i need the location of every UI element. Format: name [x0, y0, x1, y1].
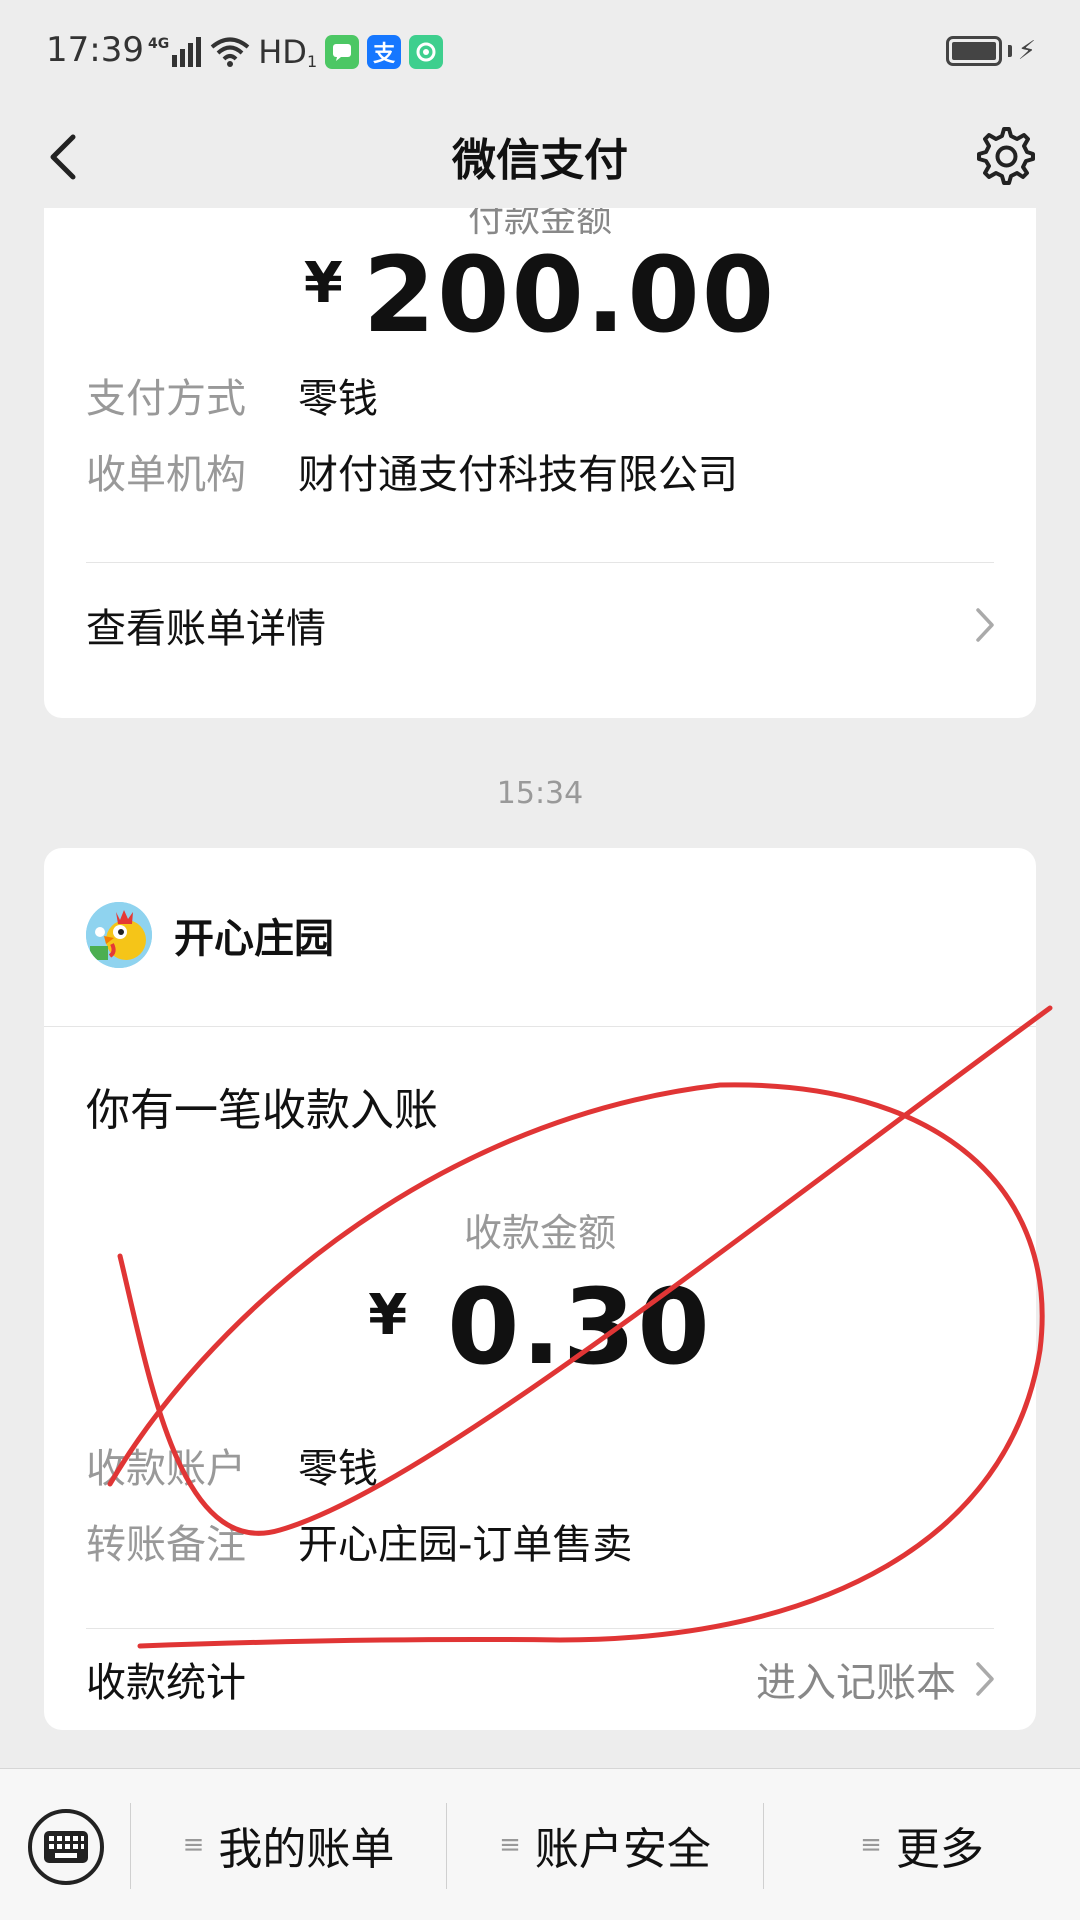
- chevron-right-icon: [976, 1662, 994, 1696]
- transfer-note-row: 转账备注 开心庄园-订单售卖: [86, 1512, 632, 1570]
- signal-bars-icon: [172, 37, 202, 67]
- rooster-logo-icon: [86, 902, 152, 968]
- merchant-header[interactable]: 开心庄园: [86, 902, 334, 968]
- currency-symbol: ¥: [303, 250, 343, 316]
- hd-sub: 1: [306, 52, 318, 71]
- message-list[interactable]: 付款金额 ¥ 200.00 支付方式 零钱 收单机构 财付通支付科技有限公司 查…: [0, 208, 1080, 1768]
- page-title: 微信支付: [452, 135, 628, 186]
- hd-text: HD: [258, 33, 307, 71]
- menu-more-label: 更多: [895, 1824, 984, 1875]
- chevron-right-icon: [976, 608, 994, 642]
- receipt-account-row: 收款账户 零钱: [86, 1436, 378, 1494]
- hd-indicator: HD 1: [258, 33, 317, 71]
- payment-method-value: 零钱: [298, 376, 378, 422]
- menu-my-bills-label: 我的账单: [218, 1824, 395, 1875]
- payment-amount-row: ¥ 200.00: [44, 234, 1036, 356]
- title-bar: 微信支付: [0, 104, 1080, 208]
- message-timestamp: 15:34: [496, 776, 584, 811]
- view-bill-details-label: 查看账单详情: [86, 606, 326, 652]
- settings-button[interactable]: [968, 118, 1044, 194]
- receipt-card: 开心庄园 你有一笔收款入账 收款金额 ¥ 0.30 收款账户 零钱 转账备注 开…: [44, 848, 1036, 1730]
- menu-lines-icon: ≡: [860, 1830, 882, 1860]
- view-bill-details-link[interactable]: 查看账单详情: [86, 590, 996, 660]
- receipt-account-key: 收款账户: [86, 1446, 246, 1492]
- receipt-notice-title: 你有一笔收款入账: [86, 1085, 438, 1136]
- payment-method-key: 支付方式: [86, 376, 246, 422]
- currency-symbol: ¥: [368, 1282, 408, 1348]
- ledger-link-label: 进入记账本: [756, 1660, 956, 1706]
- receipt-amount-label: 收款金额: [463, 1211, 616, 1255]
- bottom-menu-bar: ≡ 我的账单 ≡ 账户安全 ≡ 更多: [0, 1768, 1080, 1920]
- menu-my-bills[interactable]: ≡ 我的账单: [131, 1769, 446, 1920]
- merchant-name: 开心庄园: [174, 916, 334, 962]
- menu-account-security-label: 账户安全: [534, 1824, 711, 1875]
- status-bar: 17:39 4G HD 1 支 ⚡: [0, 0, 1080, 104]
- battery-tip: [1007, 45, 1012, 57]
- transfer-note-value: 开心庄园-订单售卖: [298, 1522, 633, 1568]
- app-icon: [409, 35, 444, 69]
- keyboard-icon: [44, 1831, 88, 1863]
- acquirer-value: 财付通支付科技有限公司: [298, 452, 738, 498]
- messages-icon: [325, 35, 360, 69]
- status-time: 17:39: [46, 30, 144, 70]
- gear-icon: [977, 127, 1035, 185]
- wifi-icon: [210, 37, 250, 67]
- receipt-account-value: 零钱: [298, 1446, 378, 1492]
- keyboard-toggle-button[interactable]: [28, 1809, 104, 1885]
- receipt-stats-link[interactable]: 收款统计 进入记账本: [86, 1644, 996, 1714]
- payment-method-row: 支付方式 零钱: [86, 366, 378, 424]
- card-divider: [86, 562, 994, 563]
- receipt-amount-row: ¥ 0.30: [44, 1266, 1036, 1388]
- network-type: 4G: [148, 36, 170, 52]
- payment-card: 付款金额 ¥ 200.00 支付方式 零钱 收单机构 财付通支付科技有限公司 查…: [44, 208, 1036, 718]
- transfer-note-key: 转账备注: [86, 1522, 246, 1568]
- charging-icon: ⚡: [1017, 36, 1036, 66]
- battery-icon: [945, 36, 1002, 66]
- ledger-link[interactable]: 进入记账本: [756, 1650, 996, 1708]
- battery-indicator: ⚡: [945, 36, 1036, 66]
- status-icons: 4G HD 1 支: [148, 33, 444, 71]
- alipay-icon: 支: [367, 35, 402, 69]
- payment-amount: 200.00: [362, 234, 777, 356]
- card-separator: [44, 1026, 1036, 1027]
- menu-more[interactable]: ≡ 更多: [764, 1769, 1080, 1920]
- signal-icon: 4G: [148, 37, 202, 67]
- acquirer-key: 收单机构: [86, 452, 246, 498]
- receipt-stats-label: 收款统计: [86, 1660, 246, 1706]
- receipt-amount: 0.30: [447, 1266, 712, 1388]
- menu-lines-icon: ≡: [182, 1830, 205, 1860]
- acquirer-row: 收单机构 财付通支付科技有限公司: [86, 442, 738, 500]
- menu-lines-icon: ≡: [499, 1830, 521, 1860]
- card-divider: [86, 1628, 994, 1629]
- menu-account-security[interactable]: ≡ 账户安全: [447, 1769, 763, 1920]
- merchant-avatar: [86, 902, 152, 968]
